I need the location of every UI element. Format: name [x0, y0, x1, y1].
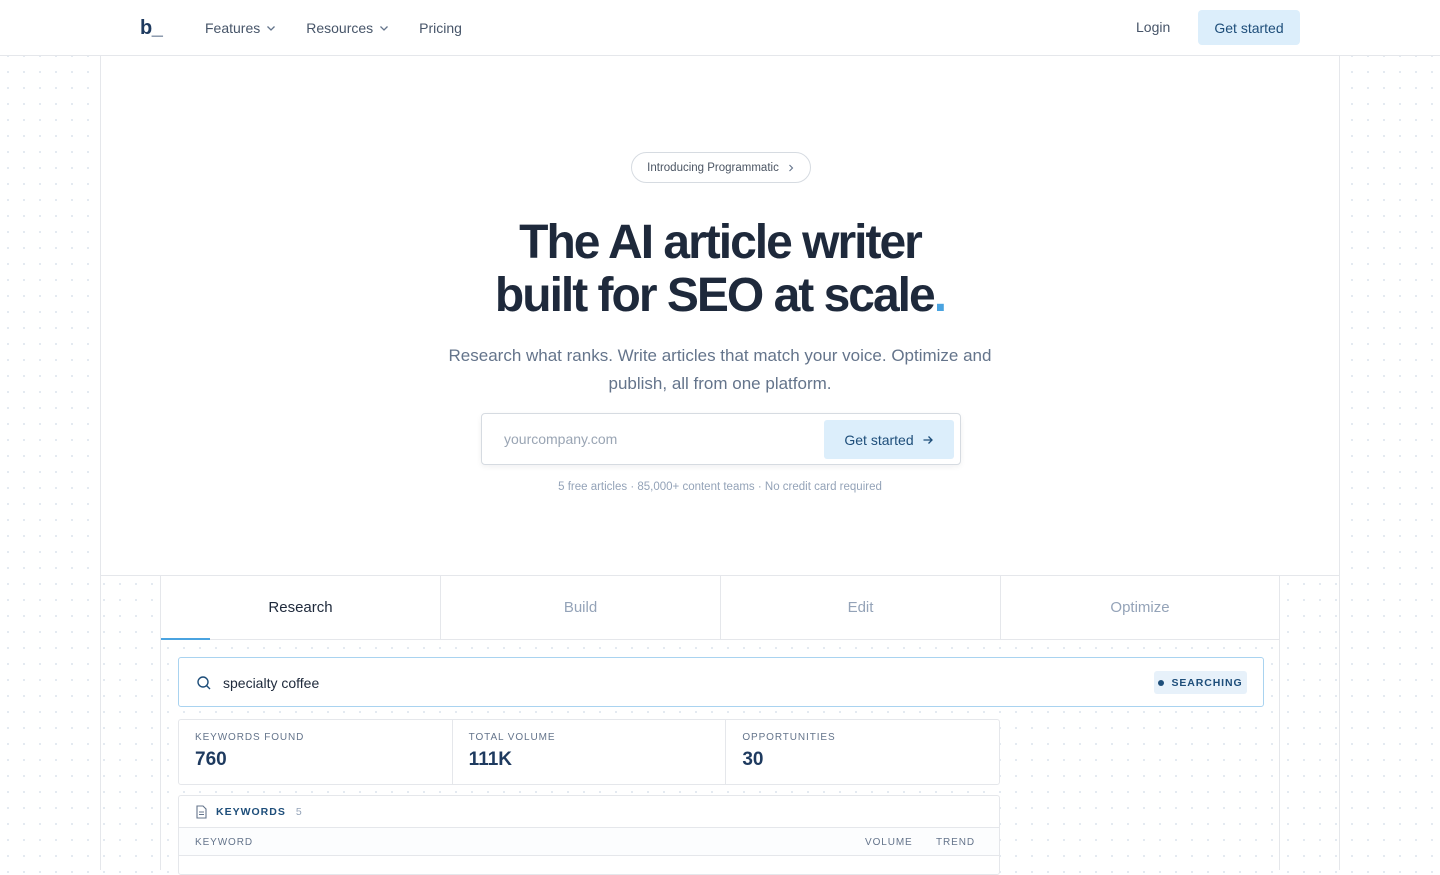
column-volume[interactable]: VOLUME	[865, 837, 913, 848]
tab-edit-label: Edit	[847, 599, 874, 616]
stat-keywords-found: KEYWORDS FOUND 760	[179, 720, 453, 784]
demo-tabs: Research Build Edit Optimize	[161, 576, 1279, 640]
product-demo: Research Build Edit Optimize specialty c…	[160, 576, 1280, 875]
fine-print: 5 free articles · 85,000+ content teams …	[558, 481, 882, 493]
announcement-label: Introducing Programmatic	[647, 161, 779, 174]
nav-resources[interactable]: Resources	[306, 20, 389, 36]
status-badge-label: SEARCHING	[1171, 676, 1243, 689]
nav-features-label: Features	[205, 20, 261, 36]
nav-pricing-label: Pricing	[419, 20, 462, 36]
chevron-right-icon	[788, 164, 794, 171]
site-header: b_ Features Resources Pricing Login Get …	[0, 0, 1440, 56]
tab-edit[interactable]: Edit	[721, 576, 1001, 639]
stat-label: KEYWORDS FOUND	[195, 732, 305, 743]
tab-optimize[interactable]: Optimize	[1001, 576, 1279, 639]
stat-label: OPPORTUNITIES	[742, 732, 836, 743]
tab-build-label: Build	[563, 599, 598, 616]
nav-resources-label: Resources	[306, 20, 374, 36]
status-badge: SEARCHING	[1154, 671, 1247, 694]
headline-accent-dot: .	[933, 269, 947, 322]
column-trend[interactable]: TREND	[936, 837, 975, 848]
stats-row: KEYWORDS FOUND 760 TOTAL VOLUME 111K OPP…	[178, 719, 1000, 785]
keywords-column-headers: KEYWORD VOLUME TREND	[179, 828, 999, 856]
keywords-count: 5	[295, 805, 302, 818]
signup-button-label: Get started	[844, 431, 914, 448]
company-domain-input[interactable]	[483, 415, 813, 463]
hero-section: Introducing Programmatic The AI article …	[101, 56, 1339, 576]
stat-total-volume: TOTAL VOLUME 111K	[453, 720, 727, 784]
stat-value: 30	[742, 749, 764, 770]
chevron-down-icon	[267, 26, 276, 31]
stat-value: 111K	[468, 749, 512, 770]
login-link[interactable]: Login	[1136, 19, 1170, 35]
signup-button[interactable]: Get started	[824, 420, 954, 459]
chevron-down-icon	[380, 26, 389, 31]
hero-subheadline: Research what ranks. Write articles that…	[448, 346, 992, 393]
document-icon	[196, 804, 207, 819]
arrow-right-icon	[923, 435, 933, 444]
main-nav: Features Resources Pricing	[205, 0, 462, 56]
stat-opportunities: OPPORTUNITIES 30	[726, 720, 999, 784]
tab-build[interactable]: Build	[441, 576, 721, 639]
keyword-search-bar[interactable]: specialty coffee SEARCHING	[178, 657, 1264, 707]
get-started-button[interactable]: Get started	[1198, 10, 1300, 45]
headline-line-1: The AI article writer	[519, 216, 923, 269]
tab-research-label: Research	[268, 599, 333, 616]
search-query: specialty coffee	[223, 675, 320, 691]
main-frame: Introducing Programmatic The AI article …	[100, 56, 1340, 875]
nav-pricing[interactable]: Pricing	[419, 20, 462, 36]
keywords-table-header: KEYWORDS 5	[179, 796, 999, 828]
status-dot-icon	[1158, 679, 1165, 686]
keywords-title: KEYWORDS	[216, 805, 286, 818]
logo[interactable]: b_	[140, 17, 163, 40]
nav-features[interactable]: Features	[205, 20, 276, 36]
tab-research[interactable]: Research	[161, 576, 441, 640]
tab-optimize-label: Optimize	[1110, 599, 1170, 616]
keywords-table: KEYWORDS 5 KEYWORD VOLUME TREND	[178, 795, 1000, 875]
announcement-pill[interactable]: Introducing Programmatic	[631, 152, 811, 183]
stat-value: 760	[195, 749, 227, 770]
hero-headline: The AI article writer built for SEO at s…	[101, 216, 1339, 322]
headline-line-2: built for SEO at scale	[494, 269, 936, 322]
column-keyword[interactable]: KEYWORD	[195, 837, 253, 848]
search-icon	[197, 676, 211, 690]
signup-form: Get started	[481, 413, 961, 465]
stat-label: TOTAL VOLUME	[468, 732, 556, 743]
active-tab-indicator	[161, 638, 210, 640]
